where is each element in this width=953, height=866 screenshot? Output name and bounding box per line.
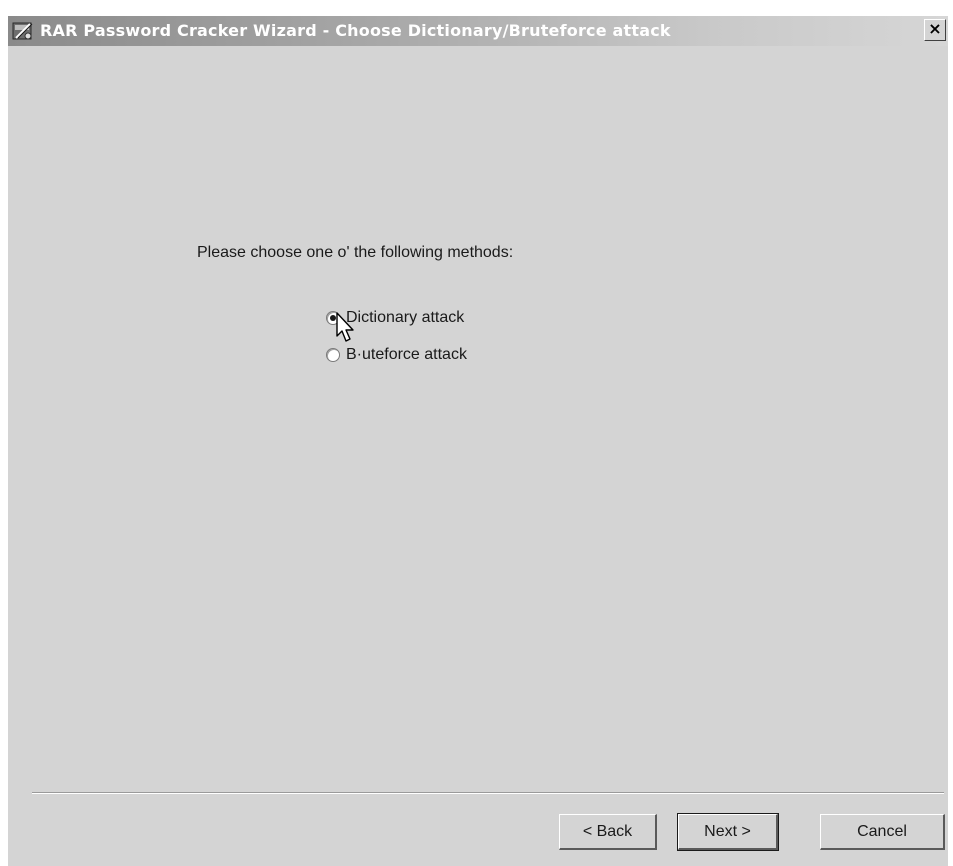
dictionary-radio[interactable]	[326, 311, 340, 325]
window-title: RAR Password Cracker Wizard - Choose Dic…	[40, 21, 671, 40]
bruteforce-attack-label[interactable]: B·uteforce attack	[346, 346, 467, 364]
method-prompt: Please choose one o' the following metho…	[197, 244, 514, 261]
option-bruteforce-attack[interactable]: B·uteforce attack	[326, 344, 467, 366]
close-button[interactable]: ×	[924, 19, 946, 41]
back-button[interactable]: < Back	[559, 814, 657, 850]
radio-selected-dot	[330, 315, 336, 321]
wizard-window: RAR Password Cracker Wizard - Choose Dic…	[8, 16, 948, 866]
footer-separator	[32, 792, 944, 794]
title-bar: RAR Password Cracker Wizard - Choose Dic…	[8, 16, 948, 46]
bruteforce-radio[interactable]	[326, 348, 340, 362]
app-icon	[12, 20, 34, 42]
option-dictionary-attack[interactable]: Dictionary attack	[326, 307, 464, 329]
dictionary-attack-label[interactable]: Dictionary attack	[346, 309, 464, 327]
next-button[interactable]: Next >	[677, 813, 779, 851]
close-icon: ×	[928, 19, 942, 38]
cancel-button[interactable]: Cancel	[820, 814, 945, 850]
